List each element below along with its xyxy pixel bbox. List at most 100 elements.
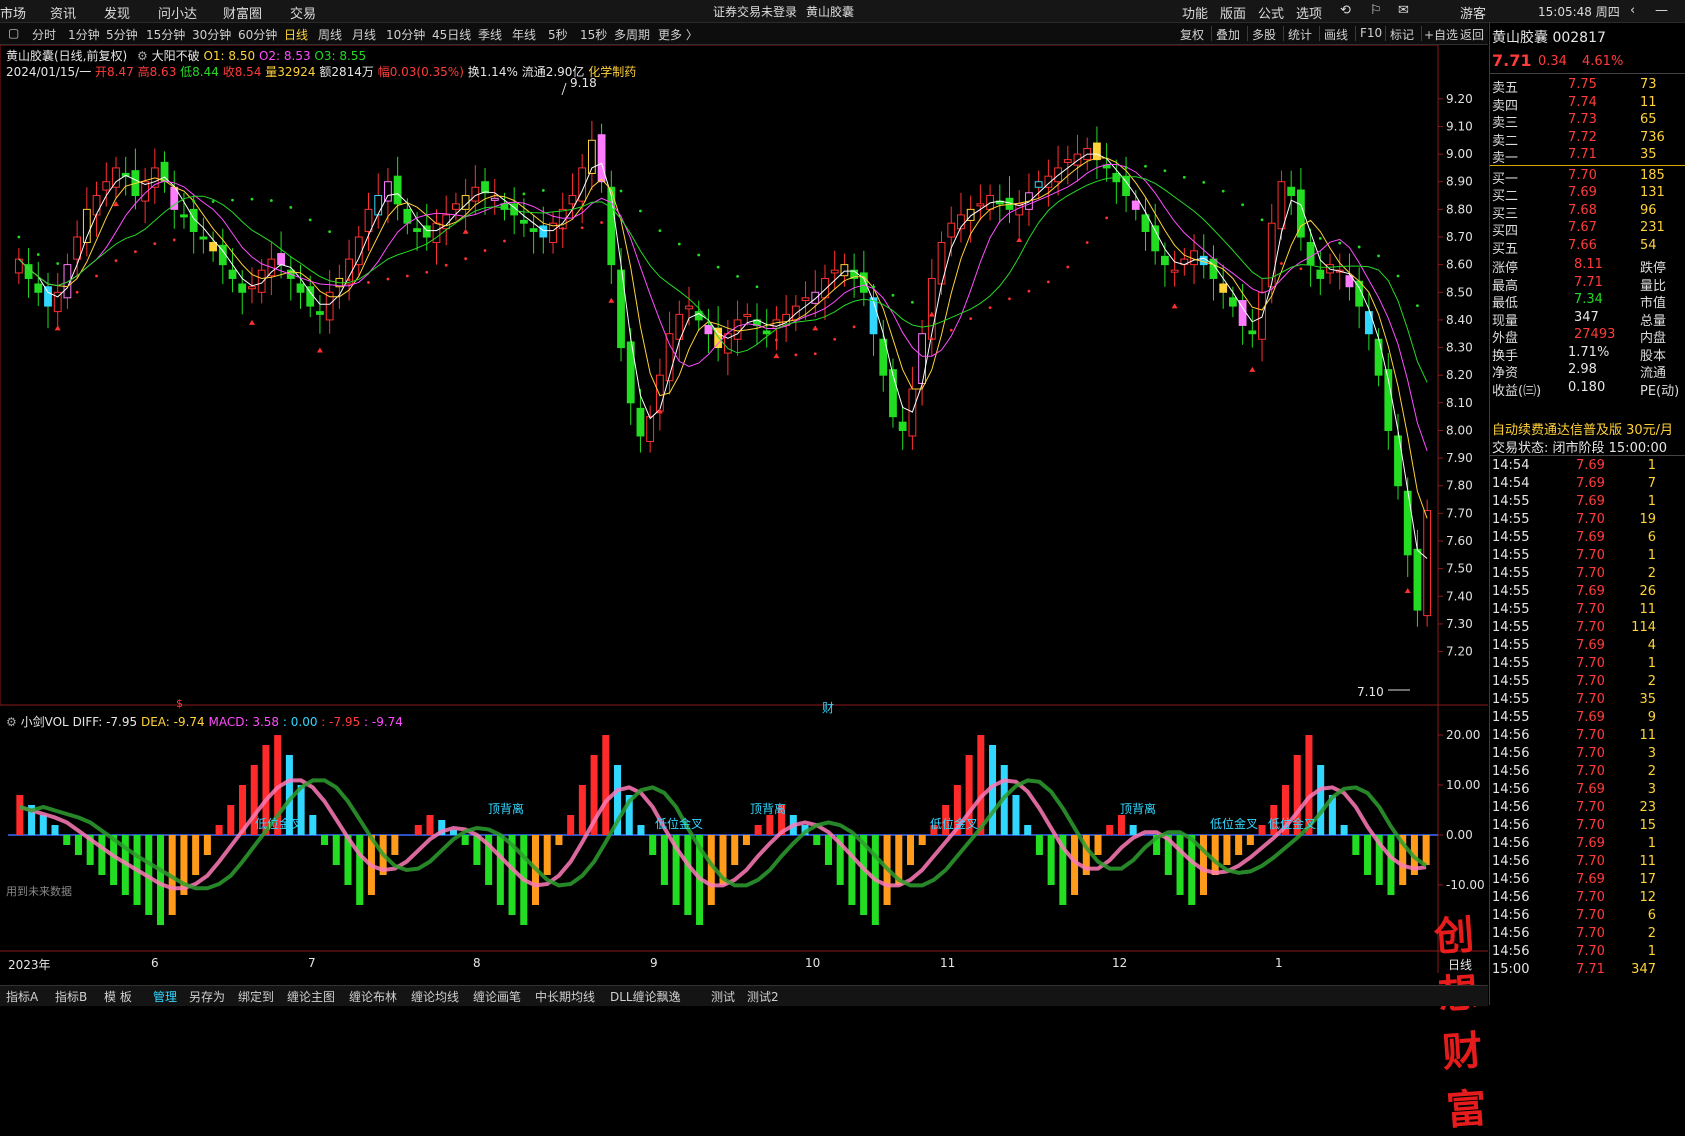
tool-fuquan[interactable]: 复权 (1180, 26, 1204, 43)
period-daily[interactable]: 日线 (284, 26, 308, 43)
back-icon[interactable]: ‹ (1630, 3, 1635, 18)
candle-body[interactable] (811, 291, 820, 304)
tick-row[interactable]: 14:56 7.69 1 (1490, 835, 1685, 853)
tick-row[interactable]: 14:55 7.70 1 (1490, 547, 1685, 565)
tick-row[interactable]: 14:56 7.70 11 (1490, 853, 1685, 871)
menu-formula[interactable]: 公式 (1258, 3, 1284, 22)
tool-overlay[interactable]: 叠加 (1216, 26, 1240, 43)
candle-body[interactable] (238, 283, 247, 293)
menu-function[interactable]: 功能 (1182, 3, 1208, 22)
bell-icon[interactable]: ⚐ (1370, 3, 1382, 18)
candle-body[interactable] (1199, 255, 1208, 266)
tick-row[interactable]: 14:56 7.70 1 (1490, 943, 1685, 961)
tick-row[interactable]: 14:54 7.69 1 (1490, 457, 1685, 475)
candle-body[interactable] (73, 236, 82, 260)
indicator-tab[interactable]: DLL缠论飘逸 (610, 988, 681, 1005)
candle-body[interactable] (1423, 510, 1432, 617)
indicator-tab[interactable]: 另存为 (189, 988, 225, 1005)
candle-body[interactable] (1063, 159, 1072, 163)
tick-row[interactable]: 14:55 7.70 11 (1490, 601, 1685, 619)
mail-icon[interactable]: ✉ (1398, 3, 1409, 18)
candle-body[interactable] (1413, 548, 1422, 611)
quote-row[interactable]: 卖一 7.71 35 (1490, 146, 1685, 166)
candle-body[interactable] (1034, 181, 1043, 188)
candle-body[interactable] (704, 324, 713, 335)
candle-body[interactable] (364, 208, 373, 232)
tick-row[interactable]: 14:56 7.70 2 (1490, 925, 1685, 943)
guest-label[interactable]: 游客 (1460, 3, 1486, 22)
sub-name[interactable]: 小剑VOL (21, 715, 69, 729)
event-marker[interactable]: $ (176, 697, 183, 710)
candle-body[interactable] (452, 203, 460, 210)
tick-row[interactable]: 14:56 7.69 17 (1490, 871, 1685, 889)
indicator-tab[interactable]: 管理 (153, 988, 177, 1005)
tick-row[interactable]: 14:54 7.69 7 (1490, 475, 1685, 493)
indicator-tab[interactable]: 指标B (55, 988, 87, 1005)
kline-chart-svg[interactable]: 9.20 9.10 9.00 8.90 8.80 8.70 8.60 8.50 8.40 8.30… (0, 45, 1488, 975)
candle-body[interactable] (354, 236, 363, 266)
menu-news[interactable]: 资讯 (50, 3, 76, 22)
indicator-tab[interactable]: 缠论布林 (349, 988, 397, 1005)
tick-row[interactable]: 14:56 7.70 15 (1490, 817, 1685, 835)
candle-body[interactable] (1248, 330, 1257, 335)
tick-row[interactable]: 14:55 7.69 6 (1490, 529, 1685, 547)
tick-row[interactable]: 14:56 7.70 12 (1490, 889, 1685, 907)
period-45day[interactable]: 45日线 (432, 26, 471, 43)
login-notice[interactable]: 证券交易未登录 (713, 3, 797, 20)
candle-body[interactable] (947, 222, 956, 238)
period-year[interactable]: 年线 (512, 26, 536, 43)
candle-body[interactable] (859, 272, 868, 293)
period-15sec[interactable]: 15秒 (580, 26, 607, 43)
tick-row[interactable]: 14:56 7.70 11 (1490, 727, 1685, 745)
finance-marker[interactable]: 财 (822, 699, 834, 716)
period-5sec[interactable]: 5秒 (548, 26, 568, 43)
tick-row[interactable]: 14:55 7.70 114 (1490, 619, 1685, 637)
menu-discover[interactable]: 发现 (104, 3, 130, 22)
candle-body[interactable] (1170, 269, 1179, 273)
minimize-icon[interactable]: — (1655, 3, 1668, 18)
candle-body[interactable] (927, 277, 936, 340)
candle-body[interactable] (937, 242, 946, 285)
candle-body[interactable] (228, 269, 237, 279)
candle-body[interactable] (762, 330, 771, 335)
candle-body[interactable] (209, 242, 218, 252)
quote-row[interactable]: 卖五 7.75 73 (1490, 76, 1685, 96)
candle-body[interactable] (180, 214, 188, 218)
candle-body[interactable] (801, 297, 810, 302)
candle-body[interactable] (92, 195, 101, 216)
tick-row[interactable]: 14:56 7.69 3 (1490, 781, 1685, 799)
menu-caifuquan[interactable]: 财富圈 (223, 3, 262, 22)
candle-body[interactable] (685, 305, 693, 310)
candle-body[interactable] (539, 225, 548, 238)
indicator-tab[interactable]: 缠论画笔 (473, 988, 521, 1005)
indicator-tab[interactable]: 测试 (711, 988, 735, 1005)
indicator-tab[interactable]: 缠论主图 (287, 988, 335, 1005)
tool-multistock[interactable]: 多股 (1252, 26, 1276, 43)
tick-row[interactable]: 14:55 7.69 1 (1490, 493, 1685, 511)
panel-toggle-icon[interactable]: ▢ (8, 26, 19, 40)
quote-row[interactable]: 卖二 7.72 736 (1490, 129, 1685, 149)
stock-name-link[interactable]: 黄山胶囊 (806, 3, 854, 20)
indicator-tab[interactable]: 缠论均线 (411, 988, 459, 1005)
candle-body[interactable] (733, 319, 742, 340)
candle-body[interactable] (44, 286, 52, 307)
tick-row[interactable]: 14:55 7.70 35 (1490, 691, 1685, 709)
candle-body[interactable] (636, 407, 645, 437)
tick-list[interactable]: 14:54 7.69 1 14:54 7.69 7 14:55 7.69 1 14:55 7.70 1… (1490, 457, 1685, 997)
refresh-icon[interactable]: ⟲ (1340, 3, 1351, 18)
tool-stats[interactable]: 统计 (1288, 26, 1312, 43)
quote-row[interactable]: 买一 7.70 185 (1490, 167, 1685, 187)
candle-body[interactable] (976, 203, 985, 207)
period-fenshi[interactable]: 分时 (32, 26, 56, 43)
candle-body[interactable] (1228, 297, 1237, 307)
quote-row[interactable]: 卖四 7.74 11 (1490, 94, 1685, 114)
candle-body[interactable] (529, 228, 538, 232)
candle-body[interactable] (248, 286, 256, 290)
candle-body[interactable] (296, 283, 305, 293)
candle-body[interactable] (743, 313, 752, 317)
candle-body[interactable] (519, 219, 528, 224)
quote-row[interactable]: 买二 7.69 131 (1490, 184, 1685, 204)
promo-text[interactable]: 自动续费通达信普及版 30元/月 (1492, 419, 1673, 438)
candle-body[interactable] (374, 195, 383, 216)
candle-body[interactable] (918, 333, 927, 384)
